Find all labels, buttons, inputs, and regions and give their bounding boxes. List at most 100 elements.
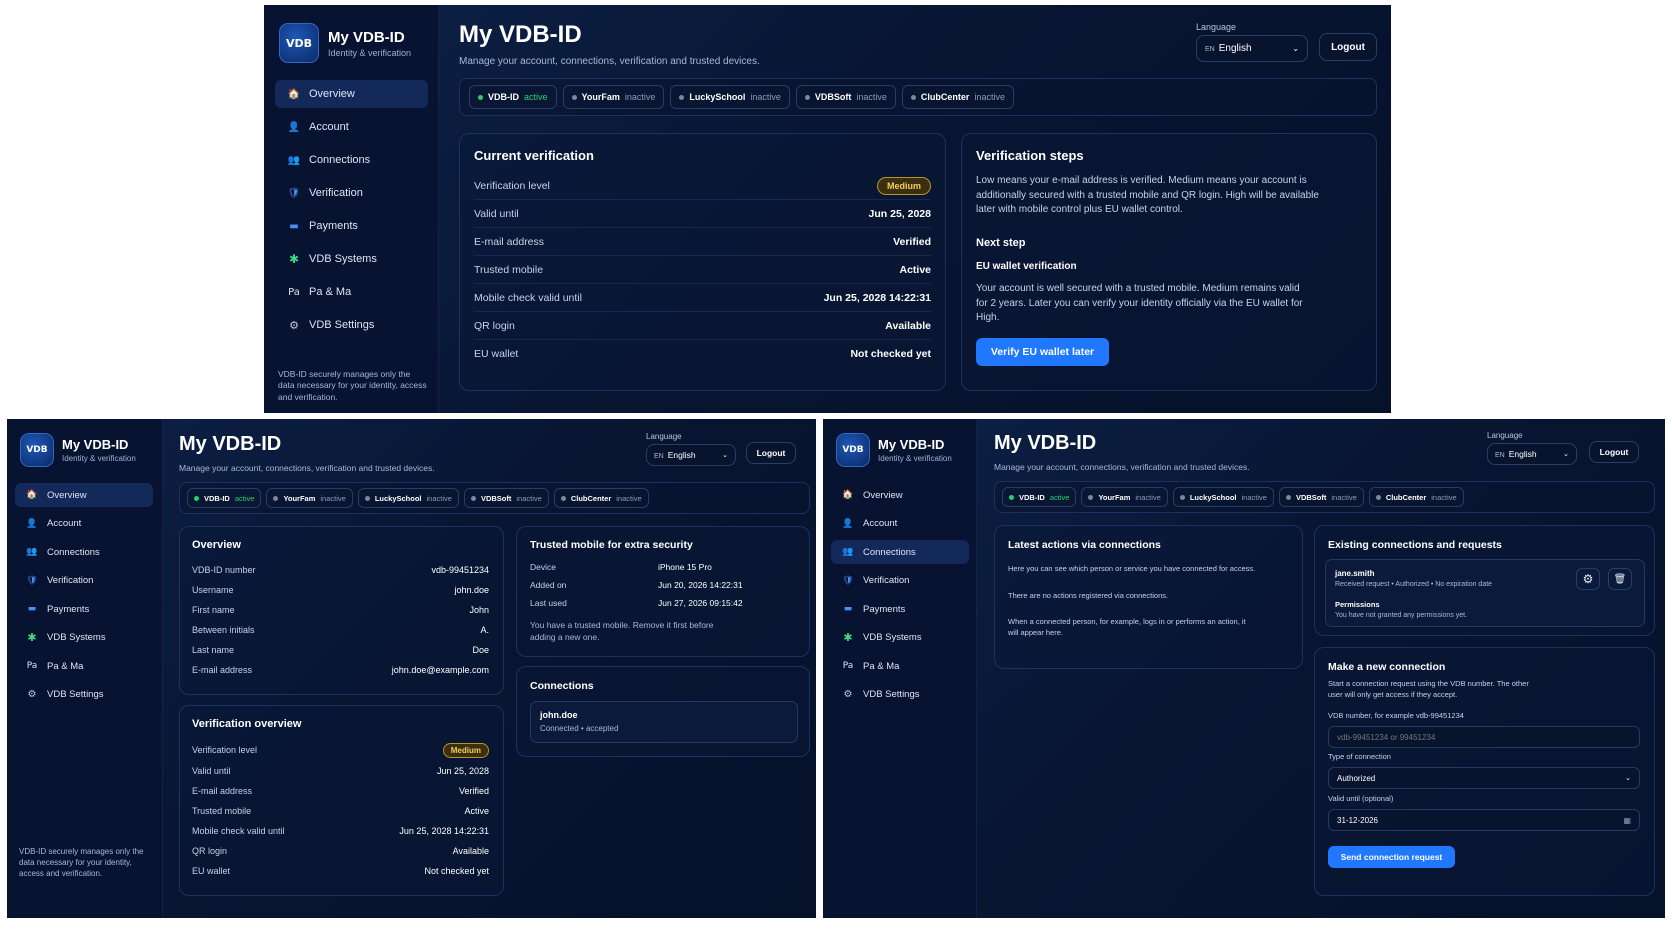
sidebar-item-verification[interactable]: 🛡 Verification: [275, 179, 428, 207]
chip-luckyschool[interactable]: LuckySchool inactive: [357, 488, 459, 508]
chip-name: VDB-ID: [204, 493, 230, 503]
chip-vdb-id[interactable]: VDB-ID active: [1002, 487, 1077, 507]
sidebar-item-verification[interactable]: 🛡 Verification: [15, 569, 153, 593]
sidebar: VDB My VDB-ID Identity & verification 🏠 O…: [7, 419, 163, 918]
row-value: Available: [452, 846, 489, 856]
status-dot: [560, 495, 566, 501]
connection-item[interactable]: john.doe Connected • accepted: [530, 701, 798, 743]
sidebar-item-vdb-settings[interactable]: ⚙ VDB Settings: [831, 683, 969, 707]
sidebar-item-pa-ma[interactable]: Pa Pa & Ma: [15, 654, 153, 678]
lang-code: EN: [1205, 46, 1215, 53]
language-select[interactable]: EN English ⌄: [646, 444, 736, 466]
chip-yourfam[interactable]: YourFam inactive: [266, 488, 353, 508]
level-badge: Medium: [876, 176, 931, 195]
main-area: My VDB-ID Manage your account, connectio…: [163, 419, 816, 918]
sidebar-item-payments[interactable]: ▬ Payments: [15, 597, 153, 621]
settings-gear-button[interactable]: ⚙: [1576, 568, 1600, 590]
sidebar-item-connections[interactable]: 👥 Connections: [15, 540, 153, 564]
sidebar-item-connections[interactable]: 👥 Connections: [275, 146, 428, 174]
chip-clubcenter[interactable]: ClubCenter inactive: [901, 85, 1014, 109]
chip-clubcenter[interactable]: ClubCenter inactive: [553, 488, 649, 508]
chip-luckyschool[interactable]: LuckySchool inactive: [670, 85, 790, 109]
row-value: Jun 25, 2028: [436, 766, 489, 776]
row-email: E-mail address Verified: [192, 781, 489, 801]
chip-yourfam[interactable]: YourFam inactive: [1081, 487, 1168, 507]
page-title: My VDB-ID: [459, 21, 582, 48]
newconn-intro: Start a connection request using the VDB…: [1328, 679, 1529, 700]
chip-name: YourFam: [581, 92, 620, 102]
screen-overview: VDB My VDB-ID Identity & verification 🏠 O…: [7, 419, 816, 918]
status-dot: [1285, 494, 1291, 500]
sidebar-item-account[interactable]: 👤 Account: [831, 512, 969, 536]
send-connection-request-button[interactable]: Send connection request: [1328, 846, 1455, 868]
connection-type-select[interactable]: Authorized ⌄: [1328, 767, 1640, 789]
sidebar-item-payments[interactable]: ▬ Payments: [275, 212, 428, 240]
vdb-number-label: VDB number, for example vdb-99451234: [1328, 711, 1464, 720]
nav-label: VDB Systems: [309, 253, 377, 265]
row-key: QR login: [474, 319, 515, 332]
status-dot: [679, 94, 685, 100]
chip-vdb-id[interactable]: VDB-ID active: [469, 85, 557, 109]
row-valid-until: Valid until Jun 25, 2028: [192, 761, 489, 781]
puzzle-icon: ✱: [288, 252, 300, 266]
sidebar-item-account[interactable]: 👤 Account: [15, 512, 153, 536]
chip-vdbsoft[interactable]: VDBSoft inactive: [795, 85, 896, 109]
logout-button[interactable]: Logout: [1589, 441, 1639, 463]
chip-luckyschool[interactable]: LuckySchool inactive: [1172, 487, 1274, 507]
chevron-down-icon: ⌄: [722, 452, 728, 459]
chip-vdbsoft[interactable]: VDBSoft inactive: [1278, 487, 1364, 507]
sidebar-item-payments[interactable]: ▬ Payments: [831, 597, 969, 621]
sidebar-item-verification[interactable]: 🛡 Verification: [831, 569, 969, 593]
sidebar-item-overview[interactable]: 🏠 Overview: [15, 483, 153, 507]
valid-until-input[interactable]: 31-12-2026 ▦: [1328, 809, 1640, 831]
row-last-used: Last used Jun 27, 2026 09:15:42: [530, 598, 743, 608]
row-value: Jun 25, 2028 14:22:31: [823, 291, 931, 304]
sidebar-item-vdb-settings[interactable]: ⚙ VDB Settings: [15, 683, 153, 707]
row-value: Jun 25, 2028: [868, 207, 931, 220]
row-mobile-check: Mobile check valid until Jun 25, 2028 14:…: [474, 284, 931, 312]
nav-label: VDB Settings: [863, 689, 920, 700]
logout-button[interactable]: Logout: [746, 442, 796, 464]
row-added-on: Added on Jun 20, 2026 14:22:31: [530, 580, 743, 590]
gear-icon: ⚙: [1582, 572, 1594, 586]
card-title: Verification steps: [976, 148, 1084, 163]
pa-icon: Pa: [26, 661, 38, 671]
nav-label: Account: [309, 121, 349, 133]
sidebar-item-pa-ma[interactable]: Pa Pa & Ma: [831, 654, 969, 678]
logout-button[interactable]: Logout: [1319, 33, 1377, 61]
house-icon: 🏠: [287, 88, 301, 100]
sidebar-item-overview[interactable]: 🏠 Overview: [275, 80, 428, 108]
chip-yourfam[interactable]: YourFam inactive: [562, 85, 665, 109]
card-title: Trusted mobile for extra security: [530, 539, 693, 551]
chip-name: LuckySchool: [374, 493, 422, 503]
language-select[interactable]: EN English ⌄: [1487, 443, 1577, 465]
sidebar-item-overview[interactable]: 🏠 Overview: [831, 483, 969, 507]
brand-subtitle: Identity & verification: [62, 454, 136, 463]
row-email: E-mail address john.doe@example.com: [192, 660, 489, 680]
row-eu-wallet: EU wallet Not checked yet: [192, 861, 489, 881]
chip-clubcenter[interactable]: ClubCenter inactive: [1368, 487, 1464, 507]
calendar-icon: ▦: [1623, 815, 1631, 825]
row-value: Active: [899, 263, 931, 276]
chip-status: inactive: [974, 92, 1005, 102]
chip-vdb-id[interactable]: VDB-ID active: [187, 488, 262, 508]
sidebar: VDB My VDB-ID Identity & verification 🏠 O…: [264, 5, 439, 413]
sidebar-item-vdb-systems[interactable]: ✱ VDB Systems: [831, 626, 969, 650]
card-title: Connections: [530, 680, 594, 692]
sidebar-item-account[interactable]: 👤 Account: [275, 113, 428, 141]
sidebar-item-vdb-systems[interactable]: ✱ VDB Systems: [275, 245, 428, 273]
chip-name: VDBSoft: [480, 493, 512, 503]
pa-icon: Pa: [842, 661, 854, 671]
status-dot: [1375, 494, 1381, 500]
language-select[interactable]: EN English ⌄: [1196, 35, 1308, 62]
sidebar-item-vdb-settings[interactable]: ⚙ VDB Settings: [275, 311, 428, 339]
verify-eu-wallet-button[interactable]: Verify EU wallet later: [976, 338, 1109, 366]
sidebar-item-connections[interactable]: 👥 Connections: [831, 540, 969, 564]
delete-button[interactable]: 🗑: [1608, 568, 1632, 590]
card-title: Latest actions via connections: [1008, 539, 1161, 551]
row-value: Jun 25, 2028 14:22:31: [399, 826, 489, 836]
vdb-number-input[interactable]: [1328, 726, 1640, 748]
chip-vdbsoft[interactable]: VDBSoft inactive: [463, 488, 549, 508]
sidebar-item-vdb-systems[interactable]: ✱ VDB Systems: [15, 626, 153, 650]
sidebar-item-pa-ma[interactable]: Pa Pa & Ma: [275, 278, 428, 306]
